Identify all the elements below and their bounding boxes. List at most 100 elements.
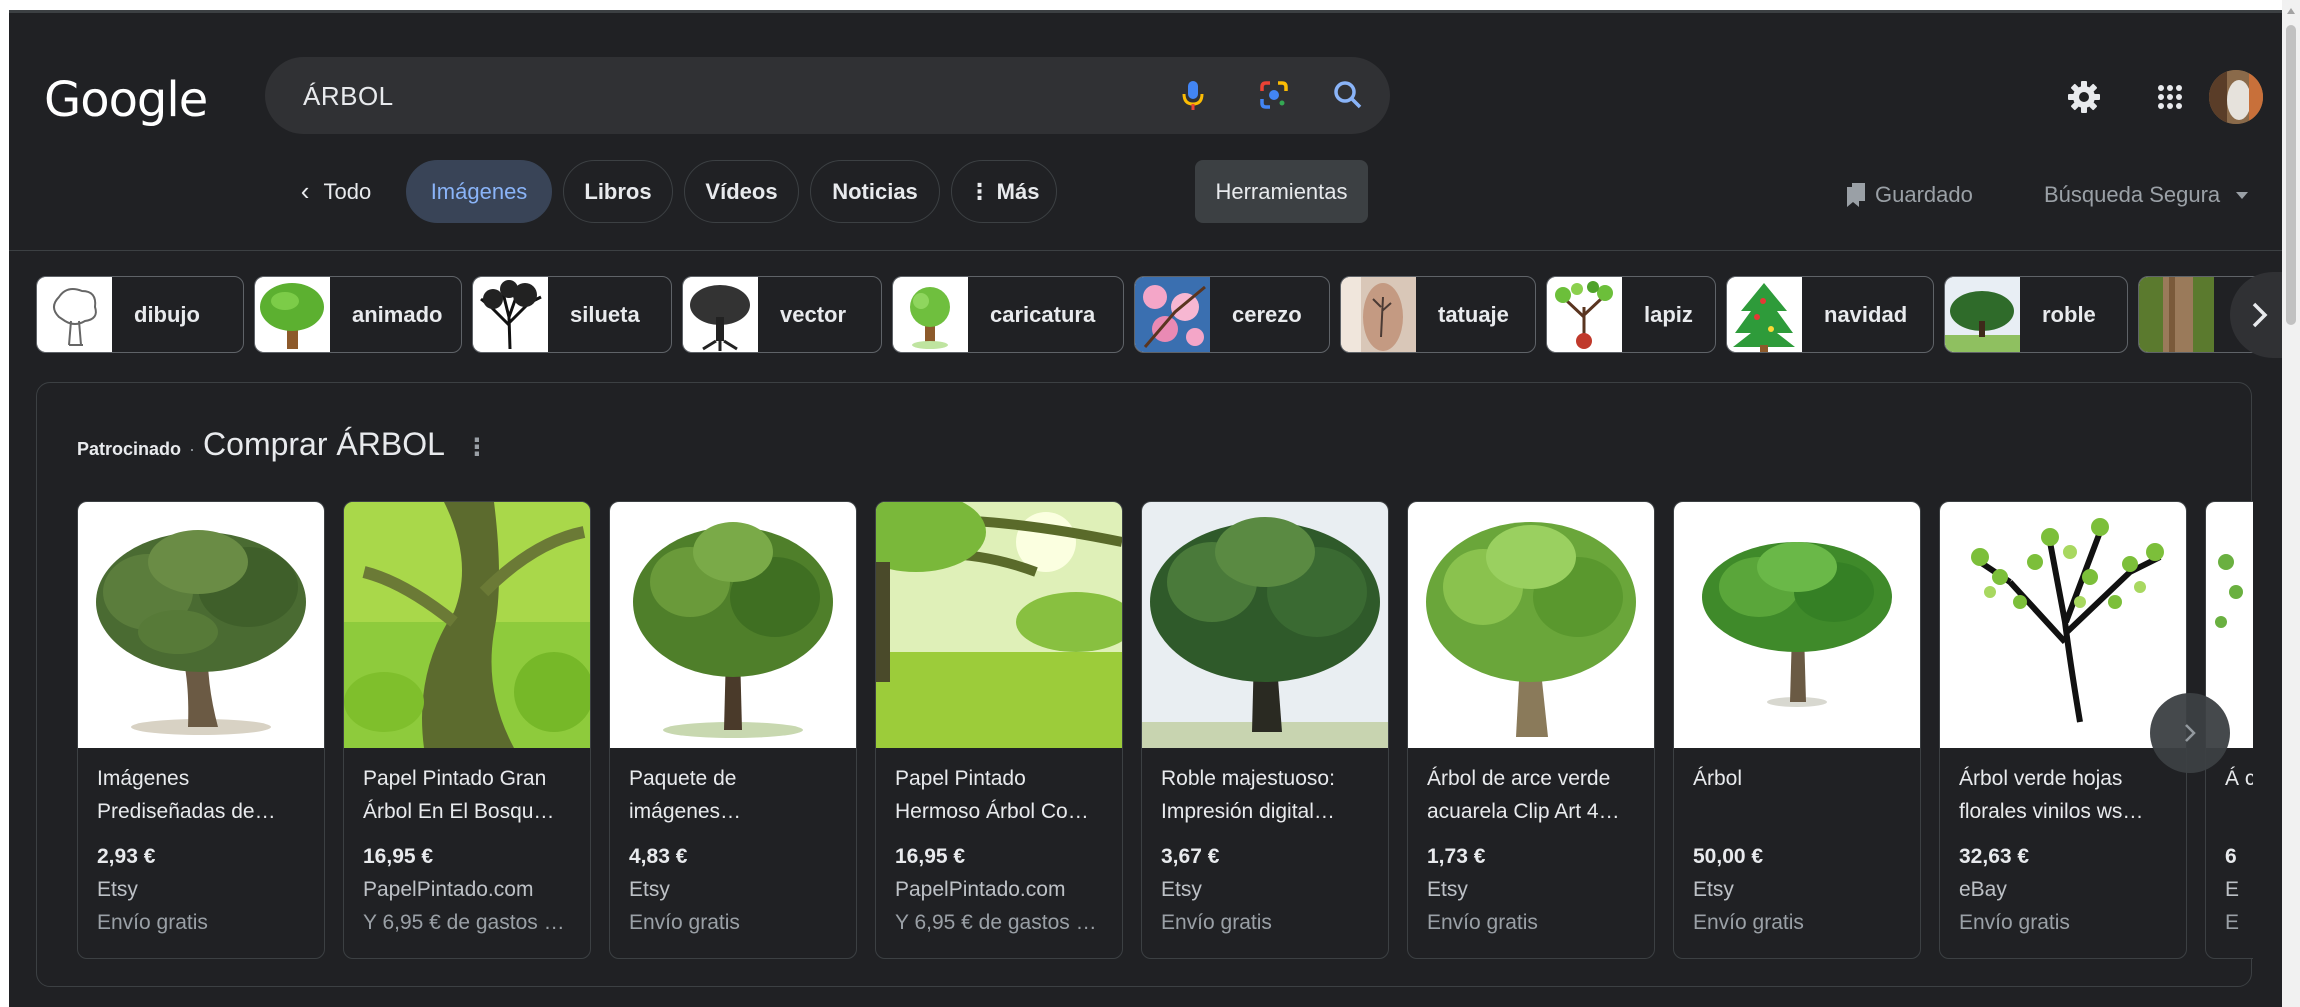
chevron-right-icon <box>2185 724 2196 742</box>
chip-label: navidad <box>1824 301 1908 327</box>
product-name: Árbol de arce verde acuarela Clip Art 4… <box>1427 767 1620 823</box>
product-name: Árbol <box>1693 767 1743 790</box>
product-card[interactable]: Roble majestuoso: Impresión digital… 3,6… <box>1141 501 1389 959</box>
tab-libros[interactable]: Libros <box>563 160 673 223</box>
chip-cerezo[interactable]: cerezo <box>1134 276 1330 353</box>
product-name: Roble majestuoso: Impresión digital… <box>1161 767 1335 823</box>
caret-down-icon <box>2236 191 2249 199</box>
product-shipping: Y 6,95 € de gastos … <box>895 911 1097 934</box>
product-card[interactable]: Árbol de arce verde acuarela Clip Art 4…… <box>1407 501 1655 959</box>
safe-search-label: Búsqueda Segura <box>2044 182 2221 207</box>
safe-search-dropdown[interactable]: Búsqueda Segura <box>2044 182 2249 208</box>
sponsored-title: Patrocinado · Comprar ÁRBOL ⋮ <box>77 426 489 463</box>
separator: · <box>189 439 196 459</box>
chip-animado[interactable]: animado <box>254 276 462 353</box>
product-name: Papel Pintado Hermoso Árbol Co… <box>895 767 1089 823</box>
product-card[interactable]: Imágenes Prediseñadas de… 2,93 € Etsy En… <box>77 501 325 959</box>
chip-caricatura[interactable]: caricatura <box>892 276 1124 353</box>
tab-todo-label: Todo <box>323 178 372 204</box>
product-card[interactable]: Papel Pintado Hermoso Árbol Co… 16,95 € … <box>875 501 1123 959</box>
chip-navidad[interactable]: navidad <box>1726 276 1934 353</box>
product-image <box>1940 502 2186 748</box>
tab-mas[interactable]: ⋮ Más <box>951 160 1057 223</box>
top-border <box>9 10 2282 13</box>
tab-videos[interactable]: Vídeos <box>684 160 799 223</box>
google-logo[interactable]: Google <box>44 72 208 128</box>
sponsored-tag: Patrocinado <box>77 439 182 459</box>
related-chips: dibujo animado silueta vector caricatura… <box>36 276 2266 356</box>
product-price: 2,93 € <box>97 845 156 868</box>
chip-thumbnail <box>893 277 968 352</box>
product-shipping: Y 6,95 € de gastos … <box>363 911 565 934</box>
chip-label: vector <box>780 301 847 327</box>
product-price: 6 <box>2225 845 2237 868</box>
product-store: Etsy <box>629 878 670 901</box>
product-shipping: E <box>2225 911 2240 934</box>
vertical-scrollbar[interactable] <box>2282 0 2300 1007</box>
product-shipping: Envío gratis <box>1161 911 1272 934</box>
product-store: Etsy <box>97 878 138 901</box>
product-shipping: Envío gratis <box>1427 911 1538 934</box>
product-shipping: Envío gratis <box>629 911 740 934</box>
product-card[interactable]: Paquete de imágenes… 4,83 € Etsy Envío g… <box>609 501 857 959</box>
chip-dibujo[interactable]: dibujo <box>36 276 244 353</box>
product-card[interactable]: Árbol 50,00 € Etsy Envío gratis <box>1673 501 1921 959</box>
chip-label: animado <box>352 301 443 327</box>
saved-link[interactable]: Guardado <box>1847 182 1973 208</box>
chip-roble[interactable]: roble <box>1944 276 2128 353</box>
chip-label: lapiz <box>1644 301 1693 327</box>
tab-todo[interactable]: ‹ Todo <box>287 160 385 223</box>
product-image <box>1674 502 1920 748</box>
search-box[interactable]: ÁRBOL <box>265 57 1390 134</box>
product-image <box>610 502 856 748</box>
chevron-left-icon: ‹ <box>300 176 310 206</box>
product-shipping: Envío gratis <box>1693 911 1804 934</box>
chip-thumbnail <box>1547 277 1622 352</box>
product-card[interactable]: Papel Pintado Gran Árbol En El Bosqu… 16… <box>343 501 591 959</box>
shopping-title: Comprar ÁRBOL <box>203 426 445 462</box>
apps-grid-icon[interactable] <box>2150 77 2190 117</box>
product-store: Etsy <box>1161 878 1202 901</box>
product-store: E <box>2225 878 2240 901</box>
search-input[interactable]: ÁRBOL <box>303 81 394 112</box>
chip-silueta[interactable]: silueta <box>472 276 672 353</box>
scroll-up-arrow-icon[interactable] <box>2287 8 2295 14</box>
bookmark-icon <box>1847 183 1865 207</box>
tab-noticias[interactable]: Noticias <box>810 160 940 223</box>
chip-label: caricatura <box>990 301 1096 327</box>
products-next-button[interactable] <box>2150 693 2230 773</box>
chip-thumbnail <box>37 277 112 352</box>
product-name: Árbol verde hojas florales vinilos ws… <box>1959 767 2144 823</box>
chip-label: silueta <box>570 301 640 327</box>
product-name: Imágenes Prediseñadas de… <box>97 767 276 823</box>
chip-vector[interactable]: vector <box>682 276 882 353</box>
chip-label: dibujo <box>134 301 200 327</box>
tab-imagenes[interactable]: Imágenes <box>406 160 552 223</box>
product-image <box>344 502 590 748</box>
product-shipping: Envío gratis <box>1959 911 2070 934</box>
tools-button[interactable]: Herramientas <box>1195 160 1368 223</box>
chip-tatuaje[interactable]: tatuaje <box>1340 276 1536 353</box>
product-store: PapelPintado.com <box>895 878 1066 901</box>
saved-label: Guardado <box>1875 182 1973 207</box>
product-price: 3,67 € <box>1161 845 1220 868</box>
account-avatar[interactable] <box>2209 70 2263 124</box>
mic-icon[interactable] <box>1173 75 1213 115</box>
product-store: Etsy <box>1427 878 1468 901</box>
product-name: Paquete de imágenes… <box>629 767 742 823</box>
chip-label: roble <box>2042 301 2096 327</box>
chevron-right-icon <box>2252 302 2268 328</box>
more-vert-icon[interactable]: ⋮ <box>465 433 489 462</box>
product-carousel: Imágenes Prediseñadas de… 2,93 € Etsy En… <box>77 501 2253 961</box>
product-image <box>1408 502 1654 748</box>
gear-icon[interactable] <box>2064 77 2104 117</box>
chip-thumbnail <box>255 277 330 352</box>
chip-lapiz[interactable]: lapiz <box>1546 276 1716 353</box>
header-divider <box>9 250 2282 251</box>
google-lens-icon[interactable] <box>1254 75 1294 115</box>
product-price: 50,00 € <box>1693 845 1764 868</box>
google-images-results: Google ÁRBOL ‹ Todo Imágenes Libros Víde… <box>9 10 2282 1007</box>
scrollbar-thumb[interactable] <box>2286 25 2296 325</box>
search-icon[interactable] <box>1328 75 1368 115</box>
product-price: 32,63 € <box>1959 845 2030 868</box>
